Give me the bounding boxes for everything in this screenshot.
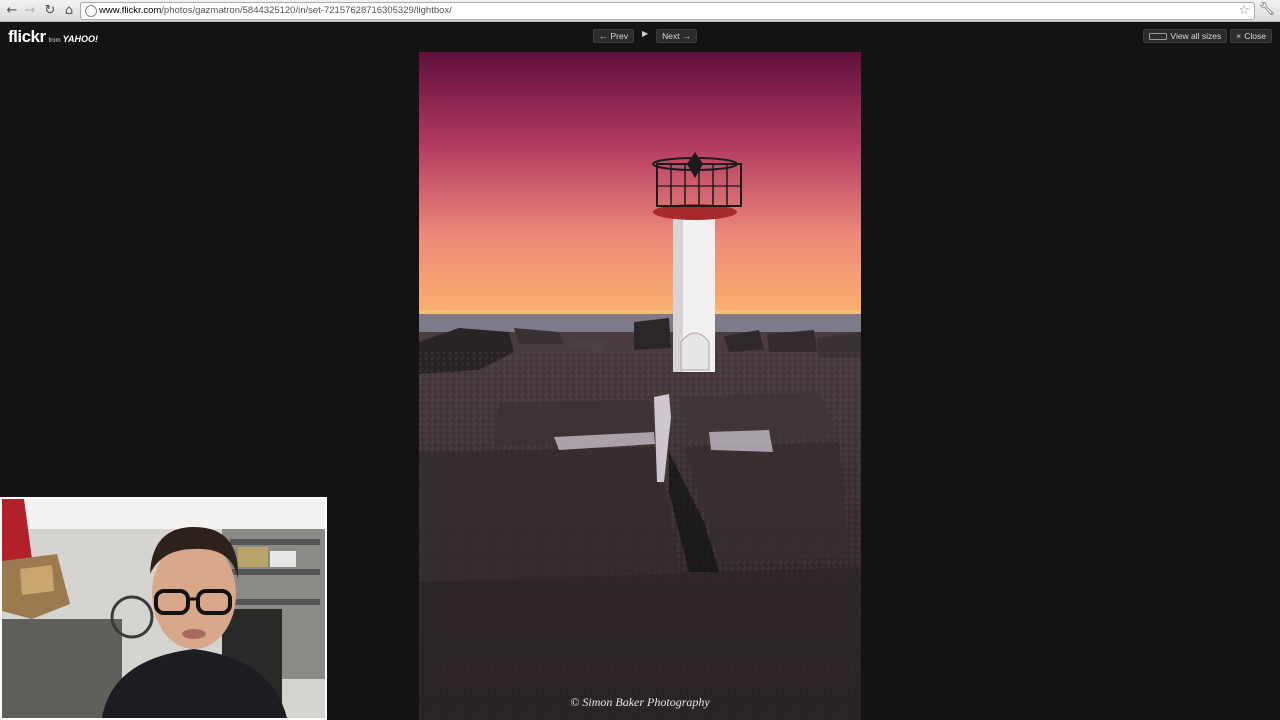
address-bar[interactable]: www.flickr.com/photos/gazmatron/58443251…	[80, 2, 1255, 20]
logo-yahoo-text: YAHOO!	[62, 34, 98, 44]
view-all-sizes-button[interactable]: View all sizes	[1143, 29, 1228, 43]
forward-arrow-icon[interactable]: →	[22, 3, 38, 19]
url-text[interactable]: www.flickr.com/photos/gazmatron/58443251…	[99, 5, 452, 16]
logo-from-text: from	[48, 38, 61, 44]
lighthouse-photo-image	[419, 52, 861, 720]
next-label: Next	[662, 31, 680, 41]
home-icon[interactable]: ⌂	[61, 3, 77, 19]
close-button[interactable]: × Close	[1230, 29, 1272, 43]
close-label: Close	[1244, 31, 1266, 41]
prev-label: Prev	[610, 31, 628, 41]
webcam-overlay	[0, 497, 327, 720]
sizes-icon	[1149, 32, 1168, 40]
webcam-video-image	[2, 499, 325, 718]
wrench-icon[interactable]: 🔧︎	[1258, 2, 1275, 17]
slideshow-play-icon[interactable]: ▶	[637, 29, 653, 43]
globe-icon	[85, 5, 97, 17]
close-icon: ×	[1236, 31, 1242, 41]
browser-toolbar: ← → ↻ ⌂ www.flickr.com/photos/gazmatron/…	[0, 0, 1280, 22]
right-arrow-icon: →	[682, 31, 692, 41]
logo-flickr-text: flickr	[8, 27, 46, 46]
photo-credit-watermark: © Simon Baker Photography	[570, 695, 710, 709]
prev-button[interactable]: ← Prev	[593, 29, 634, 43]
lightbox-photo[interactable]: © Simon Baker Photography	[419, 52, 861, 720]
url-path: /photos/gazmatron/5844325120/in/set-7215…	[161, 5, 452, 16]
lightbox-tools: View all sizes × Close	[1143, 29, 1272, 43]
flickr-logo[interactable]: flickr from YAHOO!	[8, 27, 98, 47]
star-icon[interactable]: ☆	[1238, 3, 1250, 18]
photo-pager: ← Prev ▶ Next →	[593, 29, 698, 43]
url-host: www.flickr.com	[99, 5, 162, 16]
sky	[419, 52, 861, 317]
reload-icon[interactable]: ↻	[42, 3, 58, 19]
next-button[interactable]: Next →	[656, 29, 698, 43]
view-all-sizes-label: View all sizes	[1170, 31, 1222, 41]
left-arrow-icon: ←	[599, 31, 608, 41]
back-arrow-icon[interactable]: ←	[4, 3, 20, 19]
